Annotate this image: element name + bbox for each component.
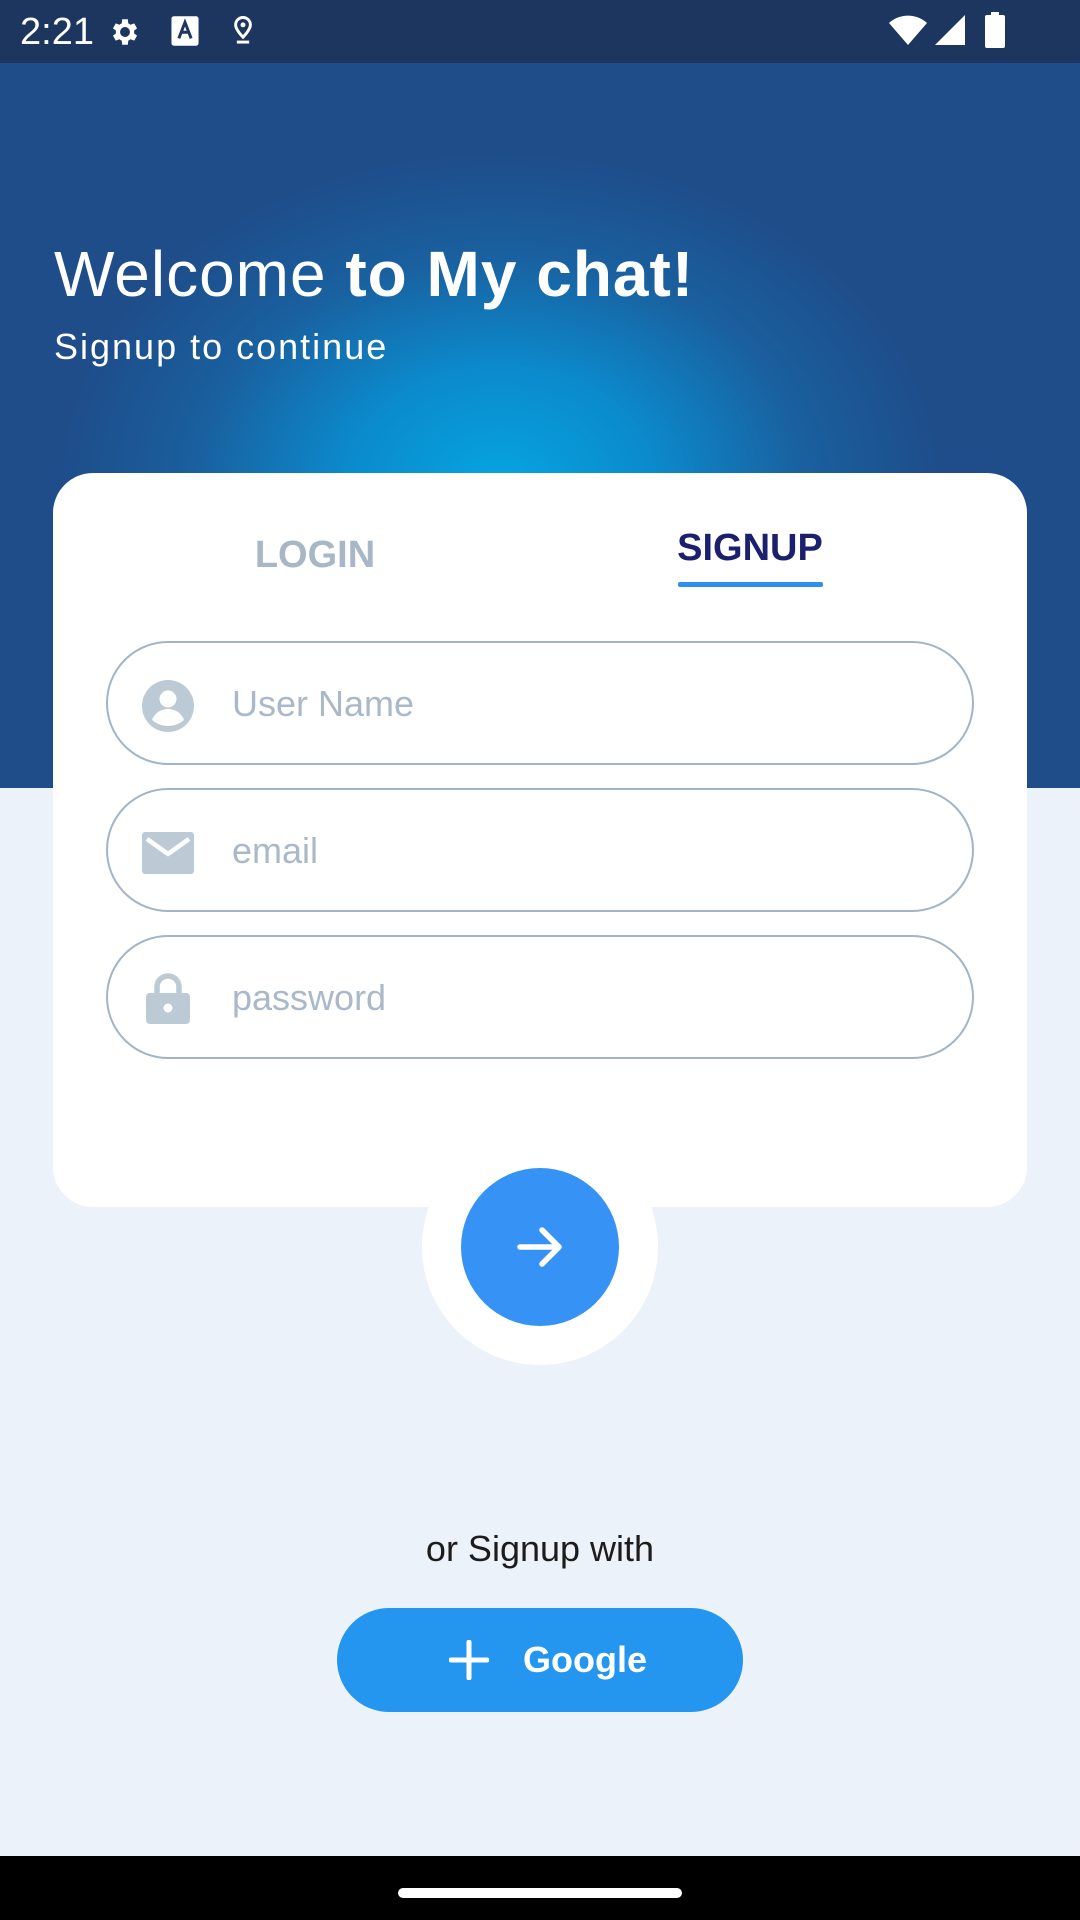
welcome-title-prefix: Welcome <box>54 238 346 310</box>
username-input[interactable] <box>232 665 932 743</box>
tab-login[interactable]: LOGIN <box>190 532 440 578</box>
wifi-icon <box>889 15 927 45</box>
password-input[interactable] <box>232 959 932 1037</box>
plus-icon <box>449 1640 489 1680</box>
lock-icon <box>146 973 190 1024</box>
status-bar: 2:21 <box>0 0 1080 63</box>
welcome-subtitle: Signup to continue <box>54 326 389 367</box>
password-field[interactable] <box>106 935 974 1059</box>
email-input[interactable] <box>232 812 932 890</box>
location-pin-icon <box>234 15 252 44</box>
submit-button[interactable] <box>461 1168 619 1326</box>
text-a-icon <box>171 16 199 46</box>
welcome-title-bold: to My chat! <box>345 238 695 310</box>
envelope-icon <box>142 832 194 874</box>
tab-signup[interactable]: SIGNUP <box>620 525 880 571</box>
google-signup-label: Google <box>523 1639 647 1680</box>
user-circle-icon <box>142 680 194 732</box>
gear-icon <box>112 19 138 45</box>
cell-signal-icon <box>935 15 965 45</box>
home-gesture-handle[interactable] <box>398 1888 682 1898</box>
status-time: 2:21 <box>20 11 94 53</box>
email-field[interactable] <box>106 788 974 912</box>
signup-with-label: or Signup with <box>425 1528 655 1569</box>
tab-active-indicator <box>678 582 823 587</box>
arrow-right-icon <box>517 1227 562 1267</box>
username-field[interactable] <box>106 641 974 765</box>
welcome-title: Welcome to My chat! <box>54 235 694 313</box>
google-signup-button[interactable]: Google <box>337 1608 743 1712</box>
battery-icon <box>985 12 1005 48</box>
